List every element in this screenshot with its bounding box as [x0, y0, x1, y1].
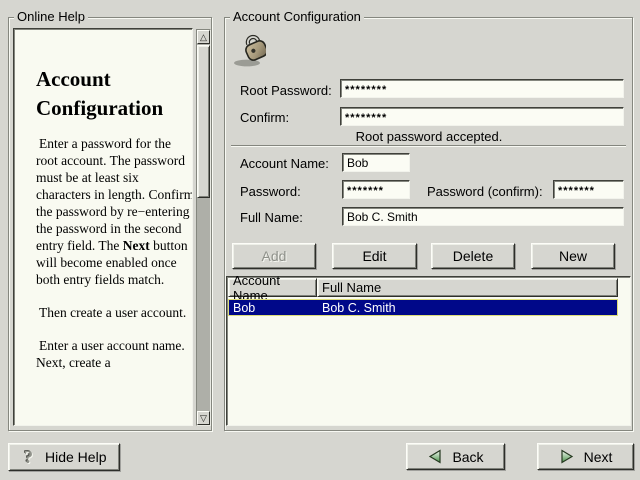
column-header-account-name-label: Account Name — [233, 273, 316, 303]
user-password-confirm-input[interactable] — [553, 180, 624, 199]
password-status-message: Root password accepted. — [224, 129, 634, 144]
back-button-label: Back — [452, 449, 483, 465]
add-button[interactable]: Add — [232, 243, 316, 269]
account-name-field-wrap — [342, 153, 410, 172]
delete-button[interactable]: Delete — [431, 243, 515, 269]
help-paragraph-3: Enter a user account name. Next, create … — [36, 337, 193, 371]
help-scrollbar[interactable]: △ ▽ — [196, 29, 211, 426]
installer-window: Online Help Account Configuration Enter … — [0, 0, 640, 480]
full-name-label: Full Name: — [240, 210, 303, 225]
help-paragraph-2: Then create a user account. — [36, 304, 193, 321]
root-password-field-wrap — [340, 79, 624, 98]
edit-button[interactable]: Edit — [332, 243, 417, 269]
new-button-label: New — [559, 248, 587, 264]
next-button[interactable]: Next — [537, 443, 634, 470]
scrollbar-thumb[interactable] — [197, 45, 210, 198]
table-cell-account-name: Bob — [233, 301, 255, 315]
accounts-table: Account Name Full Name Bob Bob C. Smith — [226, 276, 631, 426]
next-button-label: Next — [584, 449, 613, 465]
scroll-down-button[interactable]: ▽ — [197, 411, 210, 425]
user-password-confirm-field-wrap — [553, 180, 624, 199]
online-help-frame-label: Online Help — [14, 10, 88, 24]
help-question-icon: ? — [24, 448, 33, 466]
back-arrow-icon — [427, 449, 443, 464]
help-paragraph-1-text: Enter a password for the root account. T… — [36, 136, 193, 253]
confirm-password-field-wrap — [340, 107, 624, 126]
next-arrow-icon — [559, 449, 575, 464]
full-name-field-wrap — [342, 207, 624, 226]
help-paragraph-1-bold: Next — [123, 238, 150, 253]
user-password-label: Password: — [240, 184, 301, 199]
help-content: Account Configuration Enter a password f… — [36, 65, 193, 387]
scroll-up-icon: △ — [200, 32, 207, 42]
add-button-label: Add — [262, 248, 287, 264]
account-name-input[interactable] — [342, 153, 410, 172]
section-separator — [231, 145, 626, 147]
user-password-field-wrap — [342, 180, 410, 199]
confirm-password-label: Confirm: — [240, 110, 289, 125]
root-password-label: Root Password: — [240, 83, 332, 98]
full-name-input[interactable] — [342, 207, 624, 226]
help-heading: Account Configuration — [36, 65, 193, 123]
help-text-viewport: Account Configuration Enter a password f… — [13, 28, 193, 426]
hide-help-button[interactable]: ? Hide Help — [8, 443, 120, 471]
table-row[interactable]: Bob Bob C. Smith — [228, 299, 618, 316]
column-header-full-name[interactable]: Full Name — [317, 278, 618, 297]
account-name-label: Account Name: — [240, 156, 329, 171]
table-cell-full-name: Bob C. Smith — [322, 301, 396, 315]
column-header-account-name[interactable]: Account Name — [228, 278, 317, 297]
hide-help-button-label: Hide Help — [45, 449, 106, 465]
account-configuration-frame-label: Account Configuration — [230, 10, 364, 24]
confirm-password-input[interactable] — [340, 107, 624, 126]
scroll-down-icon: ▽ — [200, 413, 207, 423]
user-password-input[interactable] — [342, 180, 410, 199]
scroll-up-button[interactable]: △ — [197, 30, 210, 44]
new-button[interactable]: New — [531, 243, 615, 269]
root-password-input[interactable] — [340, 79, 624, 98]
back-button[interactable]: Back — [406, 443, 505, 470]
user-password-confirm-label: Password (confirm): — [427, 184, 543, 199]
help-paragraph-1: Enter a password for the root account. T… — [36, 135, 193, 288]
edit-button-label: Edit — [362, 248, 386, 264]
padlock-icon — [230, 33, 266, 69]
column-header-full-name-label: Full Name — [322, 280, 381, 295]
delete-button-label: Delete — [453, 248, 493, 264]
